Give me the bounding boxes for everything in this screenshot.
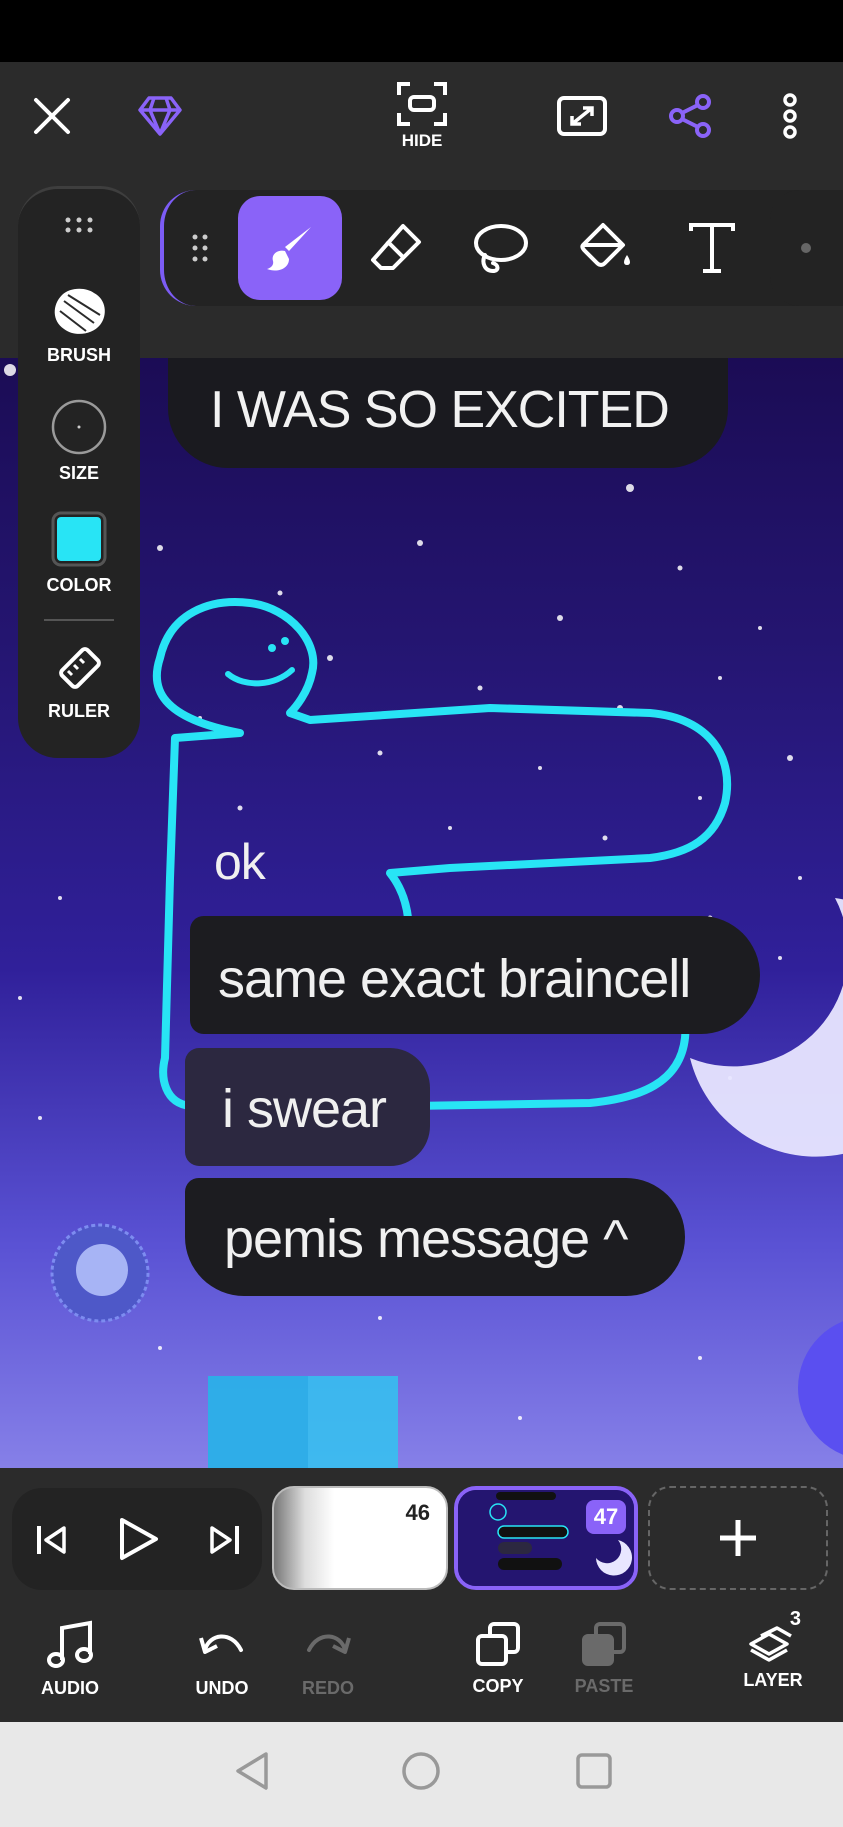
fill-bucket-icon [580, 223, 630, 267]
paste-label: PASTE [574, 1676, 634, 1696]
nav-recents-button[interactable] [574, 1750, 614, 1797]
recents-square-icon [576, 1753, 612, 1789]
message-bubble-top: I WAS SO EXCITED [168, 358, 728, 468]
eraser-tool-button[interactable] [344, 196, 448, 300]
undo-icon [199, 1634, 243, 1654]
message-text-1: same exact braincell [218, 949, 691, 1009]
home-circle-icon [402, 1752, 440, 1790]
size-circle-icon [51, 399, 107, 455]
undo-label: UNDO [195, 1678, 249, 1698]
premium-button[interactable] [130, 76, 190, 156]
layer-label: LAYER [743, 1670, 803, 1690]
back-triangle-icon [236, 1752, 268, 1790]
ruler-icon [59, 647, 101, 689]
frame-number-47: 47 [593, 1504, 619, 1529]
more-button[interactable] [770, 76, 810, 156]
play-button[interactable] [116, 1516, 160, 1567]
color-label: COLOR [46, 575, 112, 595]
message-text-3: pemis message ^ [224, 1209, 628, 1269]
lasso-icon [474, 224, 528, 274]
close-icon [34, 98, 70, 134]
toolbar-drag-handle[interactable] [164, 196, 236, 300]
audio-label: AUDIO [41, 1678, 99, 1698]
layer-button[interactable]: 3 LAYER [723, 1608, 823, 1691]
brush-side-panel: BRUSH SIZE COLOR RULER [18, 186, 140, 758]
diamond-icon [138, 96, 182, 136]
eraser-icon [371, 224, 421, 270]
hide-label: HIDE [401, 131, 443, 150]
nav-home-button[interactable] [400, 1750, 442, 1797]
layers-icon [749, 1626, 792, 1662]
layer-icon-wrap: 3 [747, 1608, 801, 1666]
brush-texture-icon [54, 288, 105, 334]
brush-tool-button[interactable] [238, 196, 342, 300]
frame-thumbnail-46[interactable]: 46 [272, 1486, 448, 1590]
close-button[interactable] [22, 76, 82, 156]
frame-thumbnail-47[interactable]: 47 [454, 1486, 638, 1590]
redo-label: REDO [301, 1678, 354, 1698]
side-panel-divider [44, 619, 114, 621]
layer-count: 3 [789, 1608, 801, 1630]
nav-back-button[interactable] [232, 1750, 272, 1797]
toolbar-scroll-end[interactable] [770, 190, 843, 306]
undo-button[interactable]: UNDO [172, 1620, 272, 1699]
dot-icon [801, 243, 811, 253]
share-button[interactable] [660, 76, 720, 156]
brush-label: BRUSH [46, 345, 111, 365]
plus-icon [720, 1520, 756, 1556]
frame-number-46: 46 [405, 1500, 430, 1525]
size-button[interactable]: SIZE [18, 399, 140, 484]
drag-handle-icon [192, 234, 208, 262]
copy-button[interactable]: COPY [448, 1620, 548, 1697]
copy-label: COPY [472, 1676, 524, 1696]
drag-dots-icon [65, 217, 93, 233]
hide-frame-icon [397, 82, 447, 126]
music-note-icon [47, 1620, 93, 1668]
audio-button[interactable]: AUDIO [20, 1620, 120, 1699]
reply-text: ok [214, 834, 266, 890]
ruler-button[interactable]: RULER [18, 643, 140, 722]
previous-frame-button[interactable] [34, 1522, 70, 1563]
top-bar: HIDE [0, 62, 843, 168]
share-icon [669, 94, 711, 138]
system-nav-bar [0, 1722, 843, 1827]
top-message-text: I WAS SO EXCITED [210, 381, 670, 439]
hide-button[interactable]: HIDE [382, 76, 462, 156]
brush-icon [267, 227, 311, 271]
skip-back-icon [37, 1526, 66, 1554]
status-bar [0, 0, 843, 62]
fill-tool-button[interactable] [554, 196, 658, 300]
color-button[interactable]: COLOR [18, 511, 140, 596]
message-text-2: i swear [222, 1079, 387, 1139]
play-icon [120, 1518, 158, 1560]
playback-controls [12, 1488, 262, 1590]
size-label: SIZE [58, 463, 99, 483]
text-icon [689, 223, 735, 273]
side-panel-drag-handle[interactable] [18, 217, 140, 233]
brush-select-button[interactable]: BRUSH [18, 285, 140, 366]
more-vertical-icon [783, 93, 797, 139]
ruler-label: RULER [48, 701, 110, 721]
fullscreen-button[interactable] [552, 76, 612, 156]
expand-icon [557, 96, 607, 136]
paste-button[interactable]: PASTE [554, 1620, 654, 1697]
bottom-toolbar: AUDIO UNDO REDO COPY PASTE 3 LAYER [0, 1598, 843, 1722]
lasso-tool-button[interactable] [448, 196, 552, 300]
copy-icon [476, 1622, 520, 1666]
text-tool-button[interactable] [660, 196, 764, 300]
skip-forward-icon [210, 1526, 239, 1554]
add-frame-button[interactable] [648, 1486, 828, 1590]
color-swatch-icon [51, 511, 107, 567]
redo-button[interactable]: REDO [278, 1620, 378, 1699]
paste-icon [582, 1622, 626, 1666]
timeline: 46 47 [0, 1468, 843, 1598]
redo-icon [307, 1634, 351, 1654]
selected-frame-badge: 47 [586, 1500, 626, 1534]
next-frame-button[interactable] [206, 1522, 242, 1563]
